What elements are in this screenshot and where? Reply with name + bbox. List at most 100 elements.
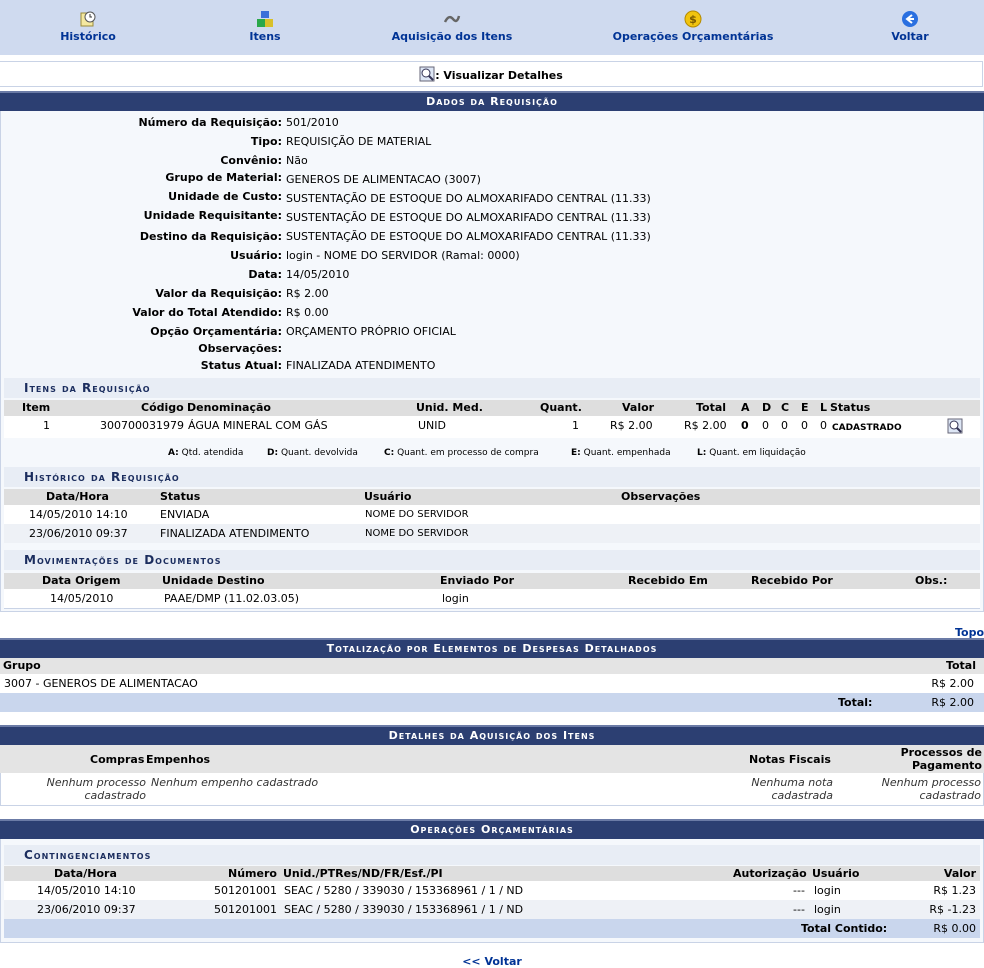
section-title: Dados da Requisição (426, 95, 558, 108)
cell-total: R$ 2.00 (931, 677, 974, 690)
view-details-icon[interactable] (947, 418, 963, 434)
nav-itens[interactable]: Itens (215, 0, 315, 55)
cell-datahora: 14/05/2010 14:10 (37, 884, 136, 897)
field-value: FINALIZADA ATENDIMENTO (286, 359, 436, 372)
coin-icon: $ (684, 10, 702, 28)
back-arrow-icon (902, 11, 918, 27)
nav-historico[interactable]: Histórico (38, 0, 138, 55)
col-header: Denominação (187, 401, 271, 414)
cell-e: 0 (801, 419, 808, 432)
cell-numero: 501201001 (214, 884, 277, 897)
subsection-itens: Itens da Requisição (4, 378, 980, 398)
field-value: 14/05/2010 (286, 268, 350, 281)
col-header: Usuário (364, 490, 412, 503)
svg-text:$: $ (689, 13, 697, 26)
field-label: Grupo de Material: (165, 171, 282, 184)
status-badge: CADASTRADO (832, 423, 902, 433)
section-header-totalizacao: Totalização por Elementos de Despesas De… (0, 638, 984, 658)
section-header-operacoes: Operações Orçamentárias (0, 819, 984, 839)
col-header: Quant. (540, 401, 582, 414)
legend-key: C: (384, 448, 395, 458)
col-header: Processos de Pagamento (900, 746, 982, 772)
cell-total: R$ 2.00 (684, 419, 727, 432)
col-header: Item (22, 401, 51, 414)
subsection-historico: Histórico da Requisição (4, 467, 980, 487)
field-label: Valor do Total Atendido: (132, 306, 282, 319)
movimentacoes-table-header: Data Origem Unidade Destino Enviado Por … (4, 573, 980, 589)
col-header: Usuário (812, 867, 860, 880)
field-value: 501/2010 (286, 116, 339, 129)
cell-usuario: login (814, 903, 841, 916)
voltar-link[interactable]: << Voltar (0, 955, 984, 968)
legend-key: E: (571, 448, 581, 458)
cell-item: 1 (43, 419, 50, 432)
field-label: Número da Requisição: (138, 116, 282, 129)
field-label: Data: (248, 268, 282, 281)
nav-voltar[interactable]: Voltar (870, 0, 950, 55)
operacoes-sum-row: Total Contido: R$ 0.00 (4, 919, 980, 938)
nav-label: Operações Orçamentárias (612, 30, 774, 43)
totalizacao-sum-row: Total: R$ 2.00 (0, 693, 984, 712)
col-header: C (781, 401, 790, 414)
section-title: Totalização por Elementos de Despesas De… (326, 642, 658, 655)
cell-notas: Nenhuma nota cadastrada (751, 776, 833, 802)
legend-text: Quant. devolvida (280, 448, 358, 458)
field-value: SUSTENTAÇÃO DE ESTOQUE DO ALMOXARIFADO C… (286, 211, 651, 224)
cell-autorizacao: --- (793, 884, 805, 897)
top-navigation: Histórico Itens Aquisição dos Itens $ Op… (0, 0, 984, 55)
subsection-title: Movimentações de Documentos (24, 553, 222, 567)
col-header: E (801, 401, 809, 414)
field-label: Destino da Requisição: (139, 230, 282, 243)
cell-l: 0 (820, 419, 827, 432)
col-header: Compras (90, 753, 145, 766)
field-value: login - NOME DO SERVIDOR (Ramal: 0000) (286, 249, 520, 262)
cell-unid: UNID (418, 419, 446, 432)
view-details-label: : Visualizar Detalhes (435, 69, 563, 82)
field-value: Não (286, 154, 308, 167)
col-header: Data/Hora (54, 867, 117, 880)
col-header: Valor (622, 401, 655, 414)
section-header-aquisicao: Detalhes da Aquisição dos Itens (0, 725, 984, 745)
field-label: Tipo: (250, 135, 282, 148)
cell-numero: 501201001 (214, 903, 277, 916)
field-label: Convênio: (220, 154, 282, 167)
col-header: L (820, 401, 828, 414)
aquisicao-row: Nenhum processo cadastrado Nenhum empenh… (0, 773, 984, 806)
cell-datahora: 14/05/2010 14:10 (29, 508, 128, 521)
cell-data-origem: 14/05/2010 (50, 592, 114, 605)
col-header: Observações (621, 490, 701, 503)
magnifier-icon (419, 66, 435, 82)
cell-processos: Nenhum processo cadastrado (881, 776, 981, 802)
col-header: Data/Hora (46, 490, 109, 503)
cell-unidade-destino: PAAE/DMP (11.02.03.05) (164, 592, 300, 605)
cell-valor: R$ 1.23 (933, 884, 976, 897)
legend-caption: : Visualizar Detalhes (0, 61, 983, 87)
legend-text: Quant. empenhada (583, 448, 671, 458)
nav-label: Aquisição dos Itens (391, 30, 513, 43)
table-row: 3007 - GENEROS DE ALIMENTACAO R$ 2.00 (0, 674, 984, 693)
itens-table-header: Item Código Denominação Unid. Med. Quant… (4, 400, 980, 416)
col-header: A (741, 401, 750, 414)
field-value: SUSTENTAÇÃO DE ESTOQUE DO ALMOXARIFADO C… (286, 192, 651, 205)
historico-table-header: Data/Hora Status Usuário Observações (4, 489, 980, 505)
nav-operacoes[interactable]: $ Operações Orçamentárias (603, 0, 783, 55)
col-header: Notas Fiscais (749, 753, 831, 766)
cell-codigo: 300700031979 (100, 419, 184, 432)
field-label: Usuário: (230, 249, 282, 262)
nav-aquisicao[interactable]: Aquisição dos Itens (382, 0, 522, 55)
total-value: R$ 0.00 (933, 922, 976, 935)
table-row: 1 300700031979 ÁGUA MINERAL COM GÁS UNID… (4, 416, 980, 438)
legend-text: Quant. em processo de compra (397, 448, 539, 458)
cell-usuario: login (814, 884, 841, 897)
cell-usuario: NOME DO SERVIDOR (365, 509, 469, 520)
col-header: Total (696, 401, 727, 414)
legend-text: Qtd. atendida (181, 448, 244, 458)
col-header: Número (228, 867, 277, 880)
handshake-icon (443, 15, 461, 23)
operacoes-table-header: Data/Hora Número Unid./PTRes/ND/FR/Esf./… (4, 866, 980, 882)
cell-denominacao: ÁGUA MINERAL COM GÁS (188, 419, 328, 432)
col-header: D (762, 401, 772, 414)
table-row: 23/06/2010 09:37 FINALIZADA ATENDIMENTO … (4, 524, 980, 543)
col-header: Obs.: (915, 574, 948, 587)
cell-compras: Nenhum processo cadastrado (46, 776, 146, 802)
